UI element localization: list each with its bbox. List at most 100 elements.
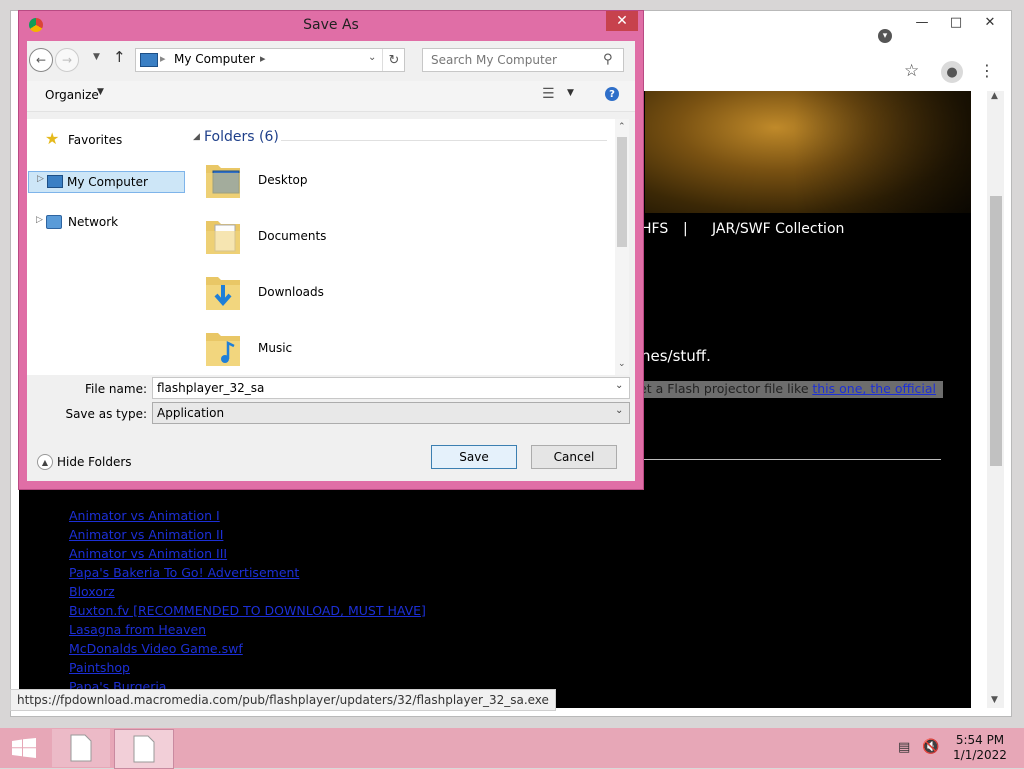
collapse-group-icon[interactable]: ◢: [193, 132, 200, 142]
folder-desktop[interactable]: [205, 159, 241, 202]
breadcrumb-arrow-icon[interactable]: ▸: [260, 52, 266, 65]
save-type-label: Save as type:: [65, 407, 147, 421]
cancel-button[interactable]: Cancel: [531, 445, 617, 469]
account-icon[interactable]: ●: [941, 61, 963, 83]
breadcrumb-chevron-icon: ▸: [160, 52, 166, 65]
folders-group-header[interactable]: Folders (6): [204, 129, 279, 145]
view-options-icon[interactable]: ☰: [542, 86, 555, 102]
view-chevron-icon[interactable]: ▼: [567, 88, 574, 98]
address-bar[interactable]: ▸ My Computer ▸ ⌄ ↻: [135, 48, 405, 72]
folder-label[interactable]: Desktop: [258, 173, 308, 187]
profile-dot-icon[interactable]: ▾: [878, 29, 892, 43]
list-item[interactable]: McDonalds Video Game.swf: [69, 639, 589, 658]
help-icon[interactable]: ?: [605, 87, 619, 101]
close-button[interactable]: ✕: [973, 11, 1007, 33]
up-arrow-icon[interactable]: ↑: [113, 48, 126, 66]
file-icon: [133, 735, 155, 763]
link-this-one[interactable]: this one, the official: [812, 381, 936, 396]
page-scrollbar[interactable]: ▲ ▼: [987, 91, 1004, 708]
list-item[interactable]: Bloxorz: [69, 582, 589, 601]
navigation-pane: ★ Favorites ▷ My Computer ▷ Network: [27, 119, 191, 375]
nav-separator: |: [683, 221, 688, 237]
breadcrumb[interactable]: My Computer: [174, 52, 255, 66]
folder-downloads[interactable]: [205, 271, 241, 314]
list-item[interactable]: Animator vs Animation I: [69, 506, 589, 525]
scroll-up-icon[interactable]: ⌃: [618, 122, 626, 132]
back-arrow-icon[interactable]: ←: [29, 48, 53, 72]
folder-label[interactable]: Documents: [258, 229, 326, 243]
dialog-titlebar[interactable]: Save As ✕: [19, 11, 643, 39]
computer-icon: [140, 53, 158, 67]
folder-label[interactable]: Downloads: [258, 285, 324, 299]
scroll-down-icon[interactable]: ▼: [991, 695, 998, 705]
folder-label[interactable]: Music: [258, 341, 292, 355]
windows-start-icon[interactable]: [12, 738, 36, 758]
computer-icon: [47, 175, 63, 188]
save-as-dialog: Save As ✕ ← → ▼ ↑ ▸ My Computer ▸ ⌄ ↻ Se…: [18, 10, 644, 490]
expand-arrow-icon[interactable]: ▷: [37, 174, 44, 184]
command-bar: Organize ▼ ☰ ▼ ?: [27, 81, 635, 112]
scrollbar-thumb[interactable]: [990, 196, 1002, 466]
nav-favorites[interactable]: Favorites: [68, 133, 122, 147]
save-type-value: Application: [157, 406, 225, 420]
nav-network[interactable]: Network: [68, 215, 118, 229]
list-item[interactable]: Papa's Bakeria To Go! Advertisement: [69, 563, 589, 582]
file-icon: [70, 734, 92, 762]
star-favorites-icon: ★: [45, 129, 60, 148]
hide-folders-icon[interactable]: ▲: [37, 454, 53, 470]
list-item[interactable]: Paintshop: [69, 658, 589, 677]
recent-locations-icon[interactable]: ▼: [93, 52, 100, 62]
projector-text: et a Flash projector file like: [639, 381, 809, 396]
hide-folders-button[interactable]: Hide Folders: [57, 455, 132, 469]
folder-documents[interactable]: [205, 215, 241, 258]
search-box[interactable]: Search My Computer ⚲: [422, 48, 624, 72]
address-dropdown-icon[interactable]: ⌄: [368, 52, 376, 63]
expand-arrow-icon[interactable]: ▷: [36, 215, 43, 225]
save-type-select[interactable]: Application ⌄: [152, 402, 630, 424]
scrollbar-thumb[interactable]: [617, 137, 627, 247]
desktop-folder-icon: [206, 165, 240, 198]
list-item[interactable]: Animator vs Animation III: [69, 544, 589, 563]
nav-hfs[interactable]: HFS: [641, 221, 668, 237]
list-item[interactable]: Buxton.fv [RECOMMENDED TO DOWNLOAD, MUST…: [69, 601, 589, 620]
list-item[interactable]: Animator vs Animation II: [69, 525, 589, 544]
nav-my-computer-selected[interactable]: ▷ My Computer: [28, 171, 185, 193]
maximize-button[interactable]: □: [939, 11, 973, 33]
organize-chevron-icon[interactable]: ▼: [97, 87, 104, 97]
star-icon[interactable]: ☆: [904, 61, 919, 81]
menu-dots-icon[interactable]: ⋮: [979, 61, 995, 80]
music-folder-icon: [206, 333, 240, 366]
nav-jar-swf-collection[interactable]: JAR/SWF Collection: [712, 221, 844, 237]
network-tray-icon[interactable]: ▤: [898, 740, 910, 755]
taskbar-app-1[interactable]: [52, 729, 110, 767]
downloads-folder-icon: [206, 277, 240, 310]
refresh-icon[interactable]: ↻: [382, 49, 405, 71]
volume-muted-icon[interactable]: 🔇: [922, 739, 939, 755]
scroll-up-icon[interactable]: ▲: [991, 91, 998, 101]
taskbar: ▤ 🔇 5:54 PM 1/1/2022: [0, 728, 1024, 769]
dialog-close-button[interactable]: ✕: [606, 11, 638, 31]
file-name-input[interactable]: flashplayer_32_sa ⌄: [152, 377, 630, 399]
games-text: nes/stuff.: [641, 347, 711, 365]
file-name-dropdown-icon[interactable]: ⌄: [615, 380, 623, 391]
swf-link-list: Animator vs Animation I Animator vs Anim…: [69, 506, 589, 696]
folder-music[interactable]: [205, 327, 241, 370]
status-url: https://fpdownload.macromedia.com/pub/fl…: [10, 689, 556, 711]
forward-arrow-icon[interactable]: →: [55, 48, 79, 72]
organize-menu[interactable]: Organize: [45, 88, 99, 102]
file-list-scrollbar[interactable]: ⌃ ⌄: [615, 119, 629, 375]
clock-date: 1/1/2022: [953, 748, 1007, 762]
save-type-dropdown-icon[interactable]: ⌄: [615, 405, 623, 416]
group-divider: [281, 140, 607, 141]
clock[interactable]: 5:54 PM 1/1/2022: [950, 733, 1010, 763]
taskbar-app-2[interactable]: [114, 729, 174, 769]
list-item[interactable]: Lasagna from Heaven: [69, 620, 589, 639]
file-list-pane: ◢ Folders (6) Desktop Documents Download…: [191, 119, 629, 375]
search-placeholder: Search My Computer: [431, 53, 557, 67]
save-button[interactable]: Save: [431, 445, 517, 469]
minimize-button[interactable]: —: [905, 11, 939, 33]
file-name-value: flashplayer_32_sa: [157, 381, 265, 395]
scroll-down-icon[interactable]: ⌄: [618, 359, 626, 369]
divider: [639, 459, 941, 460]
search-icon[interactable]: ⚲: [603, 52, 613, 67]
